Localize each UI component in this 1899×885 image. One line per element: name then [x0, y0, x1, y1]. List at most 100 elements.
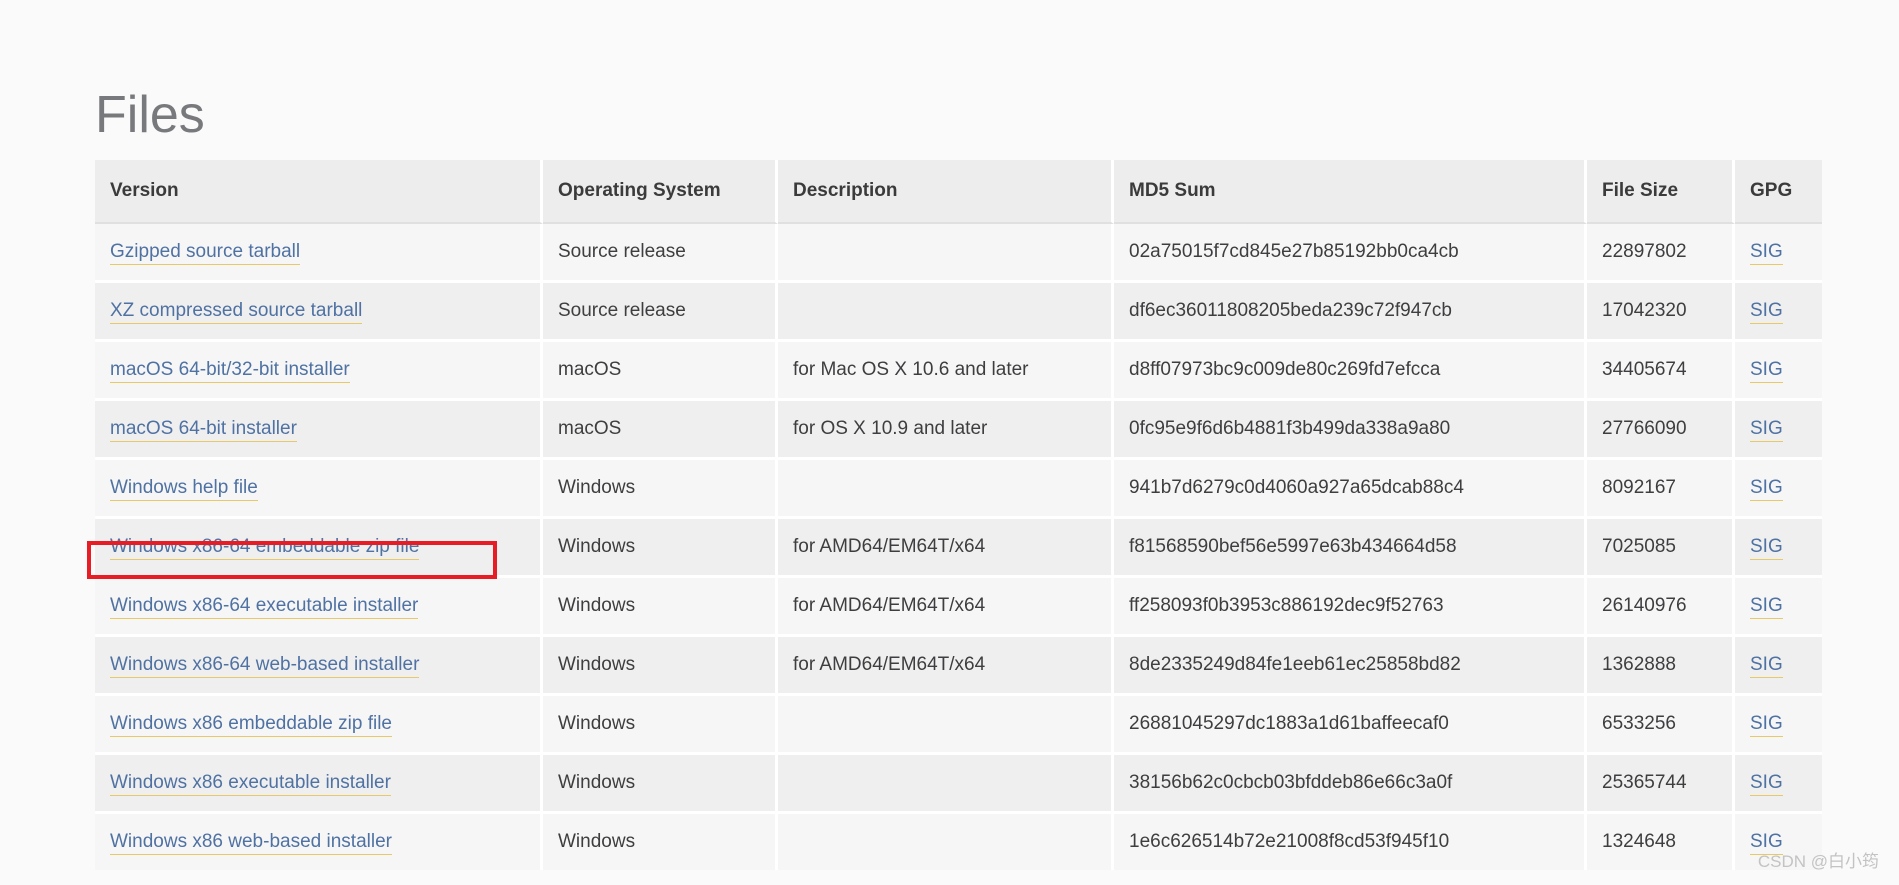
- watermark: CSDN @白小筠: [1757, 852, 1879, 871]
- cell-file-size: 26140976: [1587, 578, 1735, 637]
- cell-md5-sum: 26881045297dc1883a1d61baffeecaf0: [1114, 696, 1587, 755]
- cell-operating-system: Windows: [543, 755, 778, 814]
- column-header-os: Operating System: [543, 160, 778, 224]
- cell-version: Windows x86-64 executable installer: [95, 578, 543, 637]
- cell-md5-sum: f81568590bef56e5997e63b434664d58: [1114, 519, 1587, 578]
- gpg-signature-link[interactable]: SIG: [1750, 595, 1783, 619]
- gpg-signature-link[interactable]: SIG: [1750, 772, 1783, 796]
- cell-md5-sum: d8ff07973bc9c009de80c269fd7efcca: [1114, 342, 1587, 401]
- table-row: Windows x86-64 web-based installer Window…: [95, 637, 1822, 696]
- cell-version: Windows x86-64 web-based installer: [95, 637, 543, 696]
- cell-operating-system: Windows: [543, 696, 778, 755]
- cell-operating-system: Source release: [543, 224, 778, 283]
- cell-description: for AMD64/EM64T/x64: [778, 519, 1114, 578]
- cell-operating-system: Windows: [543, 460, 778, 519]
- cell-version: Windows x86 web-based installer: [95, 814, 543, 870]
- version-download-link[interactable]: Windows x86 executable installer: [110, 772, 391, 796]
- gpg-signature-link[interactable]: SIG: [1750, 713, 1783, 737]
- version-download-link[interactable]: Windows help file: [110, 477, 258, 501]
- files-page: Files Version Operating System Descripti…: [0, 0, 1899, 885]
- gpg-signature-link[interactable]: SIG: [1750, 418, 1783, 442]
- gpg-signature-link[interactable]: SIG: [1750, 536, 1783, 560]
- cell-md5-sum: 0fc95e9f6d6b4881f3b499da338a9a80: [1114, 401, 1587, 460]
- table-body: Gzipped source tarball Source release 02a7…: [95, 224, 1822, 870]
- table-row: Windows x86 web-based installer Windows 1e…: [95, 814, 1822, 870]
- gpg-signature-link[interactable]: SIG: [1750, 654, 1783, 678]
- files-table: Version Operating System Description MD5…: [95, 160, 1822, 870]
- cell-file-size: 34405674: [1587, 342, 1735, 401]
- column-header-version: Version: [95, 160, 543, 224]
- cell-file-size: 8092167: [1587, 460, 1735, 519]
- table-row: Windows help file Windows 941b7d6279c0d406…: [95, 460, 1822, 519]
- cell-gpg: SIG: [1735, 224, 1822, 283]
- cell-md5-sum: 1e6c626514b72e21008f8cd53f945f10: [1114, 814, 1587, 870]
- cell-gpg: SIG: [1735, 519, 1822, 578]
- column-header-filesize: File Size: [1587, 160, 1735, 224]
- cell-description: for AMD64/EM64T/x64: [778, 637, 1114, 696]
- cell-md5-sum: 8de2335249d84fe1eeb61ec25858bd82: [1114, 637, 1587, 696]
- cell-operating-system: Windows: [543, 519, 778, 578]
- cell-md5-sum: 38156b62c0cbcb03bfddeb86e66c3a0f: [1114, 755, 1587, 814]
- table-row: Gzipped source tarball Source release 02a7…: [95, 224, 1822, 283]
- cell-operating-system: Windows: [543, 637, 778, 696]
- version-download-link[interactable]: macOS 64-bit/32-bit installer: [110, 359, 350, 383]
- version-download-link[interactable]: Windows x86 web-based installer: [110, 831, 392, 855]
- cell-description: for OS X 10.9 and later: [778, 401, 1114, 460]
- cell-version: macOS 64-bit installer: [95, 401, 543, 460]
- cell-description: [778, 696, 1114, 755]
- gpg-signature-link[interactable]: SIG: [1750, 359, 1783, 383]
- column-header-md5: MD5 Sum: [1114, 160, 1587, 224]
- column-header-description: Description: [778, 160, 1114, 224]
- table-header: Version Operating System Description MD5…: [95, 160, 1822, 224]
- cell-operating-system: Source release: [543, 283, 778, 342]
- version-download-link[interactable]: XZ compressed source tarball: [110, 300, 363, 324]
- cell-description: [778, 224, 1114, 283]
- table-row: Windows x86 executable installer Windows 3…: [95, 755, 1822, 814]
- gpg-signature-link[interactable]: SIG: [1750, 241, 1783, 265]
- table-row: Windows x86 embeddable zip file Windows 26…: [95, 696, 1822, 755]
- cell-md5-sum: ff258093f0b3953c886192dec9f52763: [1114, 578, 1587, 637]
- cell-md5-sum: df6ec36011808205beda239c72f947cb: [1114, 283, 1587, 342]
- cell-version: Windows help file: [95, 460, 543, 519]
- cell-version: XZ compressed source tarball: [95, 283, 543, 342]
- table-row: macOS 64-bit/32-bit installer macOS for Ma…: [95, 342, 1822, 401]
- cell-operating-system: Windows: [543, 814, 778, 870]
- gpg-signature-link[interactable]: SIG: [1750, 300, 1783, 324]
- cell-gpg: SIG: [1735, 637, 1822, 696]
- version-download-link[interactable]: Gzipped source tarball: [110, 241, 301, 265]
- cell-file-size: 1362888: [1587, 637, 1735, 696]
- cell-description: for Mac OS X 10.6 and later: [778, 342, 1114, 401]
- cell-description: [778, 755, 1114, 814]
- cell-gpg: SIG: [1735, 755, 1822, 814]
- cell-version: macOS 64-bit/32-bit installer: [95, 342, 543, 401]
- cell-file-size: 17042320: [1587, 283, 1735, 342]
- version-download-link[interactable]: Windows x86-64 executable installer: [110, 595, 419, 619]
- cell-version: Windows x86 embeddable zip file: [95, 696, 543, 755]
- version-download-link[interactable]: Windows x86-64 web-based installer: [110, 654, 420, 678]
- cell-file-size: 1324648: [1587, 814, 1735, 870]
- cell-version: Windows x86 executable installer: [95, 755, 543, 814]
- gpg-signature-link[interactable]: SIG: [1750, 477, 1783, 501]
- cell-gpg: SIG: [1735, 401, 1822, 460]
- version-download-link[interactable]: macOS 64-bit installer: [110, 418, 297, 442]
- table-row: Windows x86-64 embeddable zip file Window…: [95, 519, 1822, 578]
- cell-md5-sum: 941b7d6279c0d4060a927a65dcab88c4: [1114, 460, 1587, 519]
- table-row: macOS 64-bit installer macOS for OS X 10.9…: [95, 401, 1822, 460]
- cell-gpg: SIG: [1735, 696, 1822, 755]
- version-download-link[interactable]: Windows x86-64 embeddable zip file: [110, 536, 420, 560]
- cell-gpg: SIG: [1735, 342, 1822, 401]
- cell-file-size: 6533256: [1587, 696, 1735, 755]
- cell-description: [778, 814, 1114, 870]
- cell-file-size: 25365744: [1587, 755, 1735, 814]
- cell-file-size: 27766090: [1587, 401, 1735, 460]
- cell-version: Windows x86-64 embeddable zip file: [95, 519, 543, 578]
- cell-md5-sum: 02a75015f7cd845e27b85192bb0ca4cb: [1114, 224, 1587, 283]
- cell-gpg: SIG: [1735, 283, 1822, 342]
- cell-file-size: 7025085: [1587, 519, 1735, 578]
- version-download-link[interactable]: Windows x86 embeddable zip file: [110, 713, 392, 737]
- cell-gpg: SIG: [1735, 460, 1822, 519]
- cell-operating-system: Windows: [543, 578, 778, 637]
- column-header-gpg: GPG: [1735, 160, 1822, 224]
- page-title: Files: [95, 85, 205, 144]
- cell-file-size: 22897802: [1587, 224, 1735, 283]
